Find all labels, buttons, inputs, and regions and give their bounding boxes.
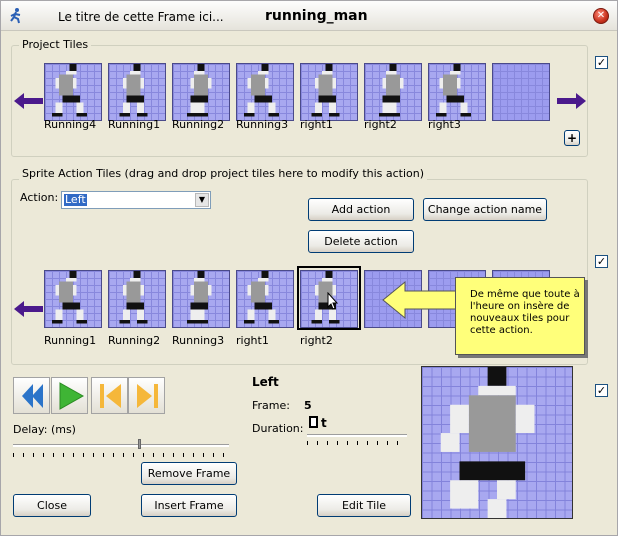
tooltip-callout: De même que toute à l'heure on insère de… xyxy=(455,277,585,355)
rewind-icon xyxy=(22,384,43,408)
runner-sprite-icon xyxy=(187,64,212,117)
remove-frame-button[interactable]: Remove Frame xyxy=(141,462,237,485)
runner-sprite-icon xyxy=(52,64,87,117)
runner-sprite-icon xyxy=(119,271,148,324)
skip-end-button[interactable] xyxy=(128,377,165,414)
project-tile[interactable] xyxy=(364,63,422,121)
preview-checkbox[interactable]: ✓ xyxy=(595,384,608,397)
frame-value: 5 xyxy=(304,399,312,412)
project-tile[interactable] xyxy=(236,63,294,121)
project-tile-label: Running3 xyxy=(236,118,289,131)
project-tile[interactable] xyxy=(428,63,486,121)
project-tile[interactable] xyxy=(172,63,230,121)
duration-label: Duration: xyxy=(252,422,304,435)
running-man-app-icon xyxy=(10,8,21,24)
duration-slider-ticks xyxy=(307,441,407,445)
close-window-icon[interactable]: ✕ xyxy=(593,8,609,24)
runner-sprite-icon xyxy=(244,64,279,117)
action-tile-label: Running2 xyxy=(108,334,161,347)
duration-value: t xyxy=(321,416,327,430)
project-tile-label: Running4 xyxy=(44,118,97,131)
window-subtitle: Le titre de cette Frame ici... xyxy=(58,10,224,24)
title-bar[interactable]: Le titre de cette Frame ici... running_m… xyxy=(1,1,617,31)
action-label: Action: xyxy=(20,191,59,204)
delay-slider-ticks xyxy=(13,453,229,457)
action-tile-label: right2 xyxy=(300,334,333,347)
action-tile[interactable] xyxy=(236,270,294,328)
runner-sprite-icon xyxy=(187,271,212,324)
skip-end-icon xyxy=(137,384,158,408)
play-icon xyxy=(59,382,85,410)
runner-sprite-icon xyxy=(244,271,279,324)
scroll-right-arrow-icon[interactable] xyxy=(556,91,588,111)
add-action-button[interactable]: Add action xyxy=(308,198,414,221)
runner-sprite-icon xyxy=(436,64,471,117)
project-tile-label: right2 xyxy=(364,118,397,131)
runner-sprite-icon xyxy=(379,64,404,117)
action-select[interactable]: Left ▼ xyxy=(61,191,211,209)
action-tile-label: Running1 xyxy=(44,334,97,347)
current-action-name: Left xyxy=(252,375,279,389)
tooltip-text: De même que toute à l'heure on insère de… xyxy=(470,289,580,336)
action-tile-label: Running3 xyxy=(172,334,225,347)
delay-slider-thumb[interactable] xyxy=(138,439,141,449)
project-tile[interactable] xyxy=(108,63,166,121)
project-tile[interactable] xyxy=(44,63,102,121)
action-tile-label: right1 xyxy=(236,334,269,347)
action-tile[interactable] xyxy=(44,270,102,328)
action-tiles-checkbox[interactable]: ✓ xyxy=(595,255,608,268)
sprite-preview xyxy=(421,366,573,519)
runner-sprite-preview xyxy=(440,367,535,518)
project-tile-label: right3 xyxy=(428,118,461,131)
action-tile[interactable] xyxy=(108,270,166,328)
delete-action-button[interactable]: Delete action xyxy=(308,230,414,253)
skip-start-icon xyxy=(100,384,121,408)
mouse-cursor-icon xyxy=(327,292,339,310)
action-scroll-left-arrow-icon[interactable] xyxy=(12,299,44,319)
runner-sprite-icon xyxy=(52,271,87,324)
project-tile-label: Running2 xyxy=(172,118,225,131)
project-tile-label: right1 xyxy=(300,118,333,131)
frame-label: Frame: xyxy=(252,399,290,412)
window-title: running_man xyxy=(265,8,368,24)
main-window: Le titre de cette Frame ici... running_m… xyxy=(0,0,618,536)
sprite-action-label: Sprite Action Tiles (drag and drop proje… xyxy=(19,167,428,180)
action-tile[interactable] xyxy=(172,270,230,328)
add-tile-button[interactable]: + xyxy=(564,130,580,146)
runner-sprite-icon xyxy=(119,64,148,117)
scroll-left-arrow-icon[interactable] xyxy=(12,91,44,111)
change-action-name-button[interactable]: Change action name xyxy=(423,198,547,221)
duration-thumb-icon[interactable] xyxy=(309,416,318,428)
edit-tile-button[interactable]: Edit Tile xyxy=(317,494,411,517)
delay-label: Delay: (ms) xyxy=(13,423,76,436)
delay-slider[interactable] xyxy=(13,444,229,447)
project-tile[interactable] xyxy=(300,63,358,121)
skip-start-button[interactable] xyxy=(91,377,128,414)
play-button[interactable] xyxy=(51,377,88,414)
chevron-down-icon[interactable]: ▼ xyxy=(195,193,209,207)
project-tile[interactable] xyxy=(492,63,550,121)
action-select-value: Left xyxy=(64,193,87,206)
project-tile-label: Running1 xyxy=(108,118,161,131)
callout-arrow-icon xyxy=(382,280,458,320)
project-tiles-checkbox[interactable]: ✓ xyxy=(595,56,608,69)
duration-slider[interactable] xyxy=(307,434,407,437)
insert-frame-button[interactable]: Insert Frame xyxy=(141,494,237,517)
runner-sprite-icon xyxy=(311,64,340,117)
rewind-button[interactable] xyxy=(13,377,50,414)
close-button[interactable]: Close xyxy=(13,494,91,517)
project-tiles-label: Project Tiles xyxy=(19,38,92,51)
